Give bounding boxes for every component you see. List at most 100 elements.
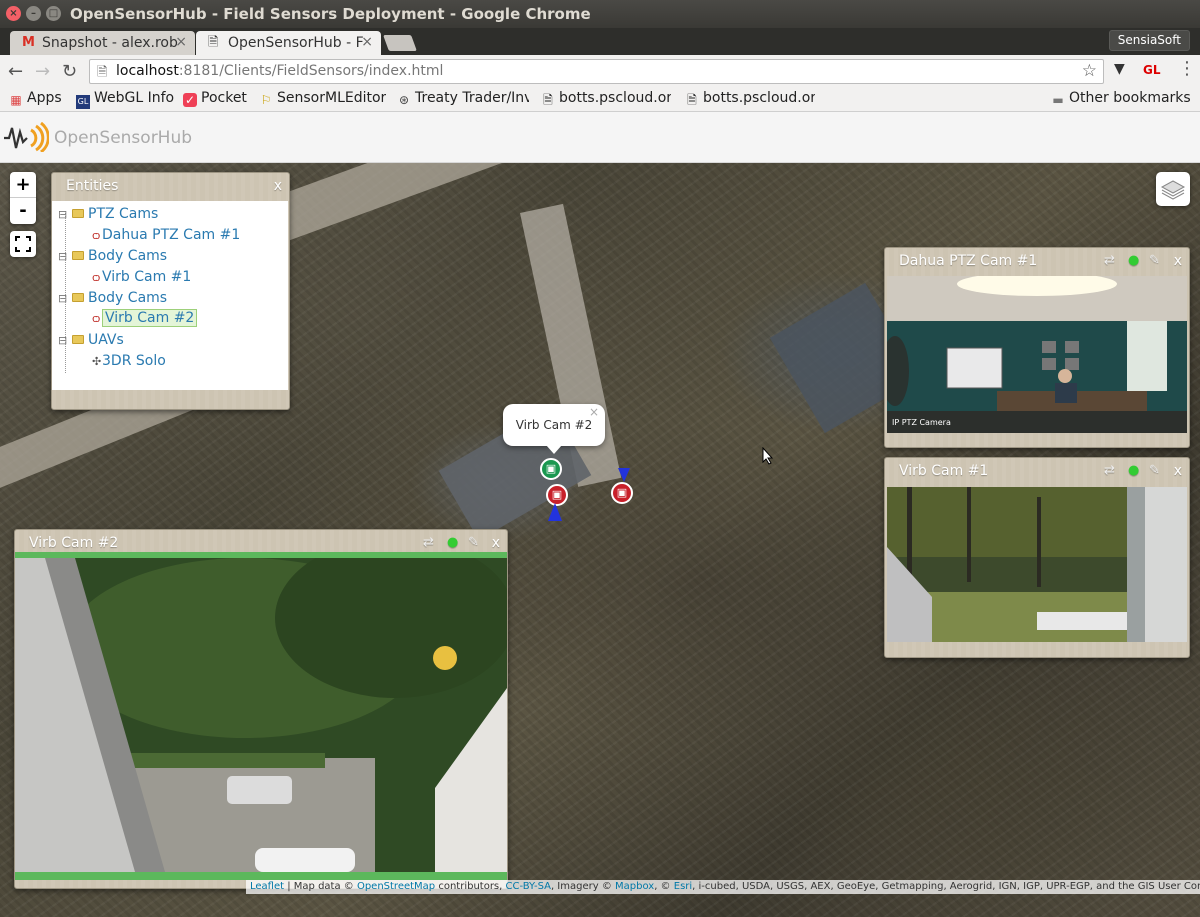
chrome-menu-icon[interactable]: ⋮: [1178, 58, 1196, 79]
layers-control-button[interactable]: [1156, 172, 1190, 206]
bookmark-star-icon[interactable]: ☆: [1082, 61, 1097, 81]
collapse-icon[interactable]: ⊟: [58, 250, 68, 263]
page-info-icon[interactable]: 🗎: [97, 63, 107, 85]
bookmark-treaty-trader[interactable]: ⊛ Treaty Trader/Inv: [397, 90, 529, 107]
popup-close-icon[interactable]: ×: [589, 391, 599, 433]
url-path: /Clients/FieldSensors/index.html: [219, 63, 444, 79]
mouse-cursor-icon: [762, 447, 774, 465]
attribution-link-osm[interactable]: OpenStreetMap: [357, 881, 435, 892]
video-panel-header[interactable]: Virb Cam #1 ⇄ ● ✎ x: [885, 458, 1189, 486]
swap-icon[interactable]: ⇄: [1104, 253, 1115, 268]
other-bookmarks[interactable]: ▬ Other bookmarks: [1051, 90, 1190, 107]
fullscreen-icon: [15, 236, 31, 252]
tree-group-body-cams-1[interactable]: ⊟ Body Cams: [58, 248, 167, 264]
popup-tip: [546, 445, 562, 454]
browser-toolbar: ← → ↻ 🗎 localhost:8181/Clients/FieldSens…: [0, 55, 1200, 87]
gmail-icon: M: [22, 35, 35, 50]
address-bar[interactable]: 🗎 localhost:8181/Clients/FieldSensors/in…: [89, 59, 1104, 84]
tree-item-virb-cam-1[interactable]: ѻ Virb Cam #1: [92, 269, 191, 285]
video-panel-close-button[interactable]: x: [1174, 463, 1182, 479]
drone-icon: ✣: [92, 355, 102, 368]
page-icon: 🗎: [208, 35, 219, 50]
camera-direction-arrow-icon: [548, 503, 562, 521]
bookmark-pocket[interactable]: ✓ Pocket: [183, 90, 247, 107]
street-window-scene-image: [15, 558, 507, 872]
collapse-icon[interactable]: ⊟: [58, 334, 68, 347]
tree-group-ptz-cams[interactable]: ⊟ PTZ Cams: [58, 206, 158, 222]
zoom-control: + -: [10, 172, 36, 224]
bookmarks-bar: ▦ Apps GL WebGL Info ✓ Pocket ⚐ SensorMLEdit…: [0, 87, 1200, 112]
bookmark-sensorml-editor[interactable]: ⚐ SensorMLEditor: [259, 90, 387, 107]
url-host: localhost: [116, 63, 179, 79]
folder-icon: [72, 209, 84, 218]
video-panel-header[interactable]: Dahua PTZ Cam #1 ⇄ ● ✎ x: [885, 248, 1189, 276]
zoom-out-button[interactable]: -: [10, 198, 36, 224]
forward-arrow-icon[interactable]: →: [35, 61, 50, 82]
video-panel-close-button[interactable]: x: [492, 535, 500, 551]
entities-panel-title: Entities: [66, 178, 119, 194]
tab-label: OpenSensorHub - F: [228, 35, 364, 51]
tab-snapshot[interactable]: M Snapshot - alex.rob ×: [10, 31, 195, 55]
swap-icon[interactable]: ⇄: [1104, 463, 1115, 478]
profile-button[interactable]: SensiaSoft: [1108, 30, 1190, 51]
fullscreen-button[interactable]: [10, 231, 36, 257]
attribution-link-ccbysa[interactable]: CC-BY-SA: [506, 881, 551, 892]
window-close-button[interactable]: ×: [6, 6, 21, 21]
video-panel-close-button[interactable]: x: [1174, 253, 1182, 269]
window-title: OpenSensorHub - Field Sensors Deployment…: [70, 5, 591, 23]
tree-group-uavs[interactable]: ⊟ UAVs: [58, 332, 124, 348]
entities-close-button[interactable]: x: [274, 178, 282, 194]
folder-icon: ▬: [1052, 93, 1064, 107]
camera-sensor-icon: ѻ: [92, 229, 101, 242]
zoom-in-button[interactable]: +: [10, 172, 36, 198]
pin-icon[interactable]: ✎: [468, 535, 479, 550]
map-marker-virb-cam-2[interactable]: ▣: [540, 458, 562, 480]
new-tab-button[interactable]: [383, 35, 417, 51]
swap-icon[interactable]: ⇄: [423, 535, 434, 550]
url-port: :8181: [178, 63, 220, 79]
map-marker-dahua-ptz[interactable]: ▣: [611, 482, 633, 504]
window-minimize-button[interactable]: –: [26, 6, 41, 21]
entities-panel-header[interactable]: Entities x: [52, 173, 289, 201]
tab-close-icon[interactable]: ×: [175, 34, 187, 50]
video-panel-title: Dahua PTZ Cam #1: [899, 253, 1038, 269]
status-leaf-icon: ●: [1128, 463, 1140, 478]
tree-item-3dr-solo[interactable]: ✣3DR Solo: [92, 353, 166, 369]
attribution-link-mapbox[interactable]: Mapbox: [615, 881, 654, 892]
pin-icon[interactable]: ✎: [1149, 463, 1160, 478]
window-maximize-button[interactable]: □: [46, 6, 61, 21]
bookmark-apps[interactable]: ▦ Apps: [9, 90, 61, 107]
collapse-icon[interactable]: ⊟: [58, 208, 68, 221]
folder-icon: [72, 335, 84, 344]
layers-icon: [1160, 180, 1186, 200]
video-feed-virb-cam-2[interactable]: [15, 558, 507, 872]
status-leaf-icon: ●: [447, 535, 459, 550]
backyard-scene-image: [887, 487, 1187, 642]
window-titlebar: × – □ OpenSensorHub - Field Sensors Depl…: [0, 0, 1200, 28]
tree-item-virb-cam-2[interactable]: ѻ Virb Cam #2: [92, 309, 198, 327]
tree-group-body-cams-2[interactable]: ⊟ Body Cams: [58, 290, 167, 306]
tab-strip: M Snapshot - alex.rob × 🗎 OpenSensorHub …: [0, 28, 1200, 55]
attribution-link-esri[interactable]: Esri: [674, 881, 692, 892]
gl-extension-icon[interactable]: GL: [1143, 63, 1161, 77]
page-icon: 🗎: [543, 93, 553, 107]
bookmark-webgl-info[interactable]: GL WebGL Info: [76, 90, 174, 109]
tab-close-icon[interactable]: ×: [361, 34, 373, 50]
bookmark-botts-2[interactable]: 🗎 botts.pscloud.or: [685, 90, 815, 107]
page-icon: 🗎: [687, 93, 697, 107]
video-feed-dahua-ptz[interactable]: IP PTZ Camera: [887, 276, 1187, 433]
entities-tree: ⊟ PTZ Cams ѻ Dahua PTZ Cam #1 ⊟ Body Cams ѻ…: [52, 201, 288, 390]
collapse-icon[interactable]: ⊟: [58, 292, 68, 305]
video-overlay-label: IP PTZ Camera: [892, 418, 951, 427]
tree-item-dahua-ptz-cam-1[interactable]: ѻ Dahua PTZ Cam #1: [92, 227, 240, 243]
video-panel-title: Virb Cam #1: [899, 463, 989, 479]
bookmark-botts-1[interactable]: 🗎 botts.pscloud.or: [541, 90, 671, 107]
back-arrow-icon[interactable]: ←: [8, 61, 23, 82]
tab-opensensorhub[interactable]: 🗎 OpenSensorHub - F ×: [196, 31, 381, 55]
pocket-extension-icon[interactable]: ▼: [1114, 61, 1125, 77]
attribution-link-leaflet[interactable]: Leaflet: [250, 881, 284, 892]
reload-icon[interactable]: ↻: [62, 61, 77, 82]
pin-icon[interactable]: ✎: [1149, 253, 1160, 268]
camera-direction-arrow-icon: [618, 468, 630, 482]
video-feed-virb-cam-1[interactable]: [887, 487, 1187, 642]
